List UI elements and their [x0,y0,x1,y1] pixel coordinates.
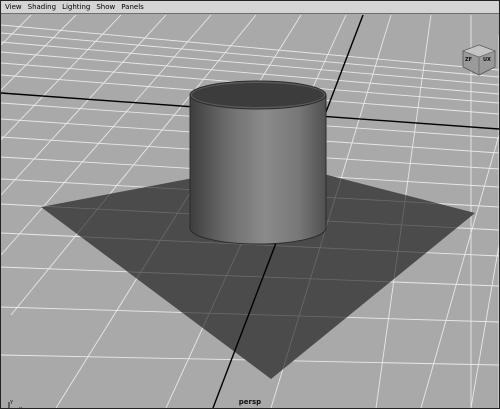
view-cube-left-label: ZF [465,57,473,63]
scene-canvas[interactable] [1,15,499,408]
menu-view[interactable]: View [5,1,22,14]
axis-y-label: Y [9,400,14,406]
menu-shading[interactable]: Shading [28,1,56,14]
cylinder-object[interactable] [189,80,327,245]
view-cube-right-label: UX [483,57,491,63]
view-cube-icon[interactable]: ZF UX [459,43,499,77]
camera-name-label: persp [238,398,262,406]
panel-menu-bar: View Shading Lighting Show Panels [1,1,499,14]
maya-viewport-window: View Shading Lighting Show Panels ZF UX … [0,0,500,409]
perspective-viewport[interactable]: ZF UX persp Y X Z [1,15,499,408]
axis-gizmo-icon: Y X Z [3,398,23,408]
menu-lighting[interactable]: Lighting [62,1,90,14]
menu-panels[interactable]: Panels [121,1,144,14]
menu-show[interactable]: Show [96,1,115,14]
